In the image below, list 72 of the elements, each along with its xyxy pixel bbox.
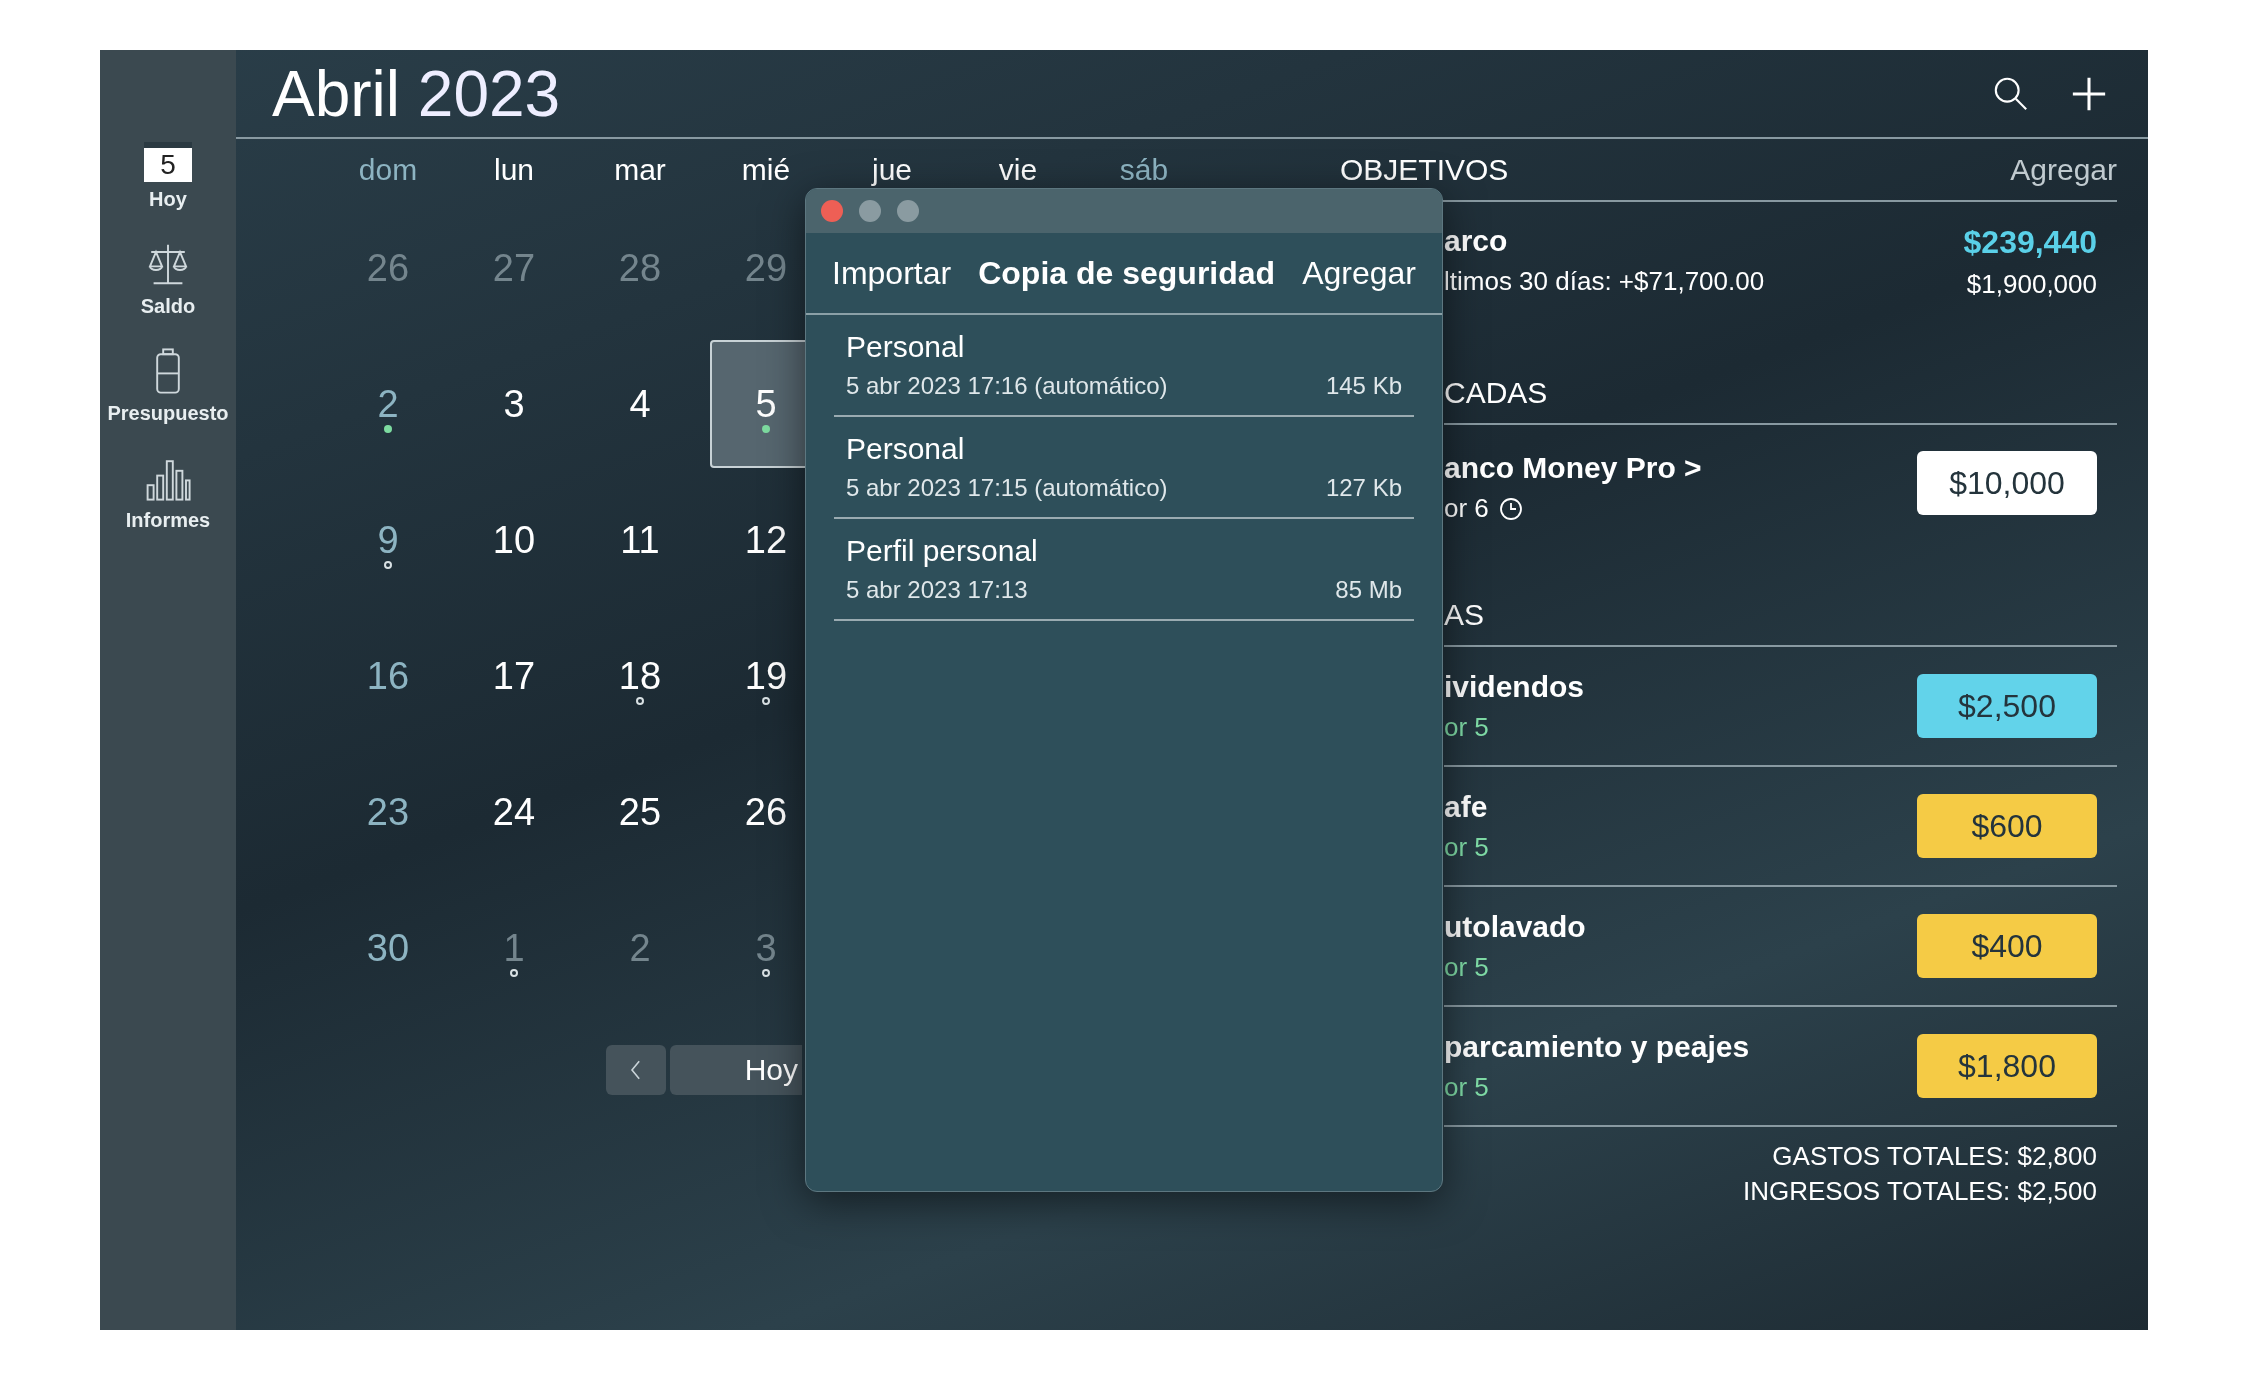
backup-item[interactable]: Perfil personal 5 abr 2023 17:13 85 Mb [834,519,1414,621]
calendar-day[interactable]: 2 [337,340,439,468]
calendar-day[interactable]: 23 [337,748,439,876]
goal-name: arco [1444,224,1509,258]
amount-button[interactable]: $1,800 [1917,1034,2097,1098]
dialog-tab[interactable]: Importar [832,254,952,292]
section-title: OBJETIVOS [1340,152,1509,187]
calendar-day[interactable]: 2 [589,884,691,1012]
amount-button[interactable]: $2,500 [1917,674,2097,738]
transaction-name: parcamiento y peajes [1444,1029,1750,1064]
backup-date: 5 abr 2023 17:15 (automático) [846,474,1168,502]
backup-name: Personal [846,330,966,364]
backup-size: 85 Mb [1335,576,1402,604]
today-button[interactable]: Hoy [670,1045,802,1095]
close-button[interactable] [821,200,843,222]
transaction-name: afe [1444,789,1489,824]
weekday-header: vie [997,151,1039,188]
amount-button[interactable]: $400 [1917,914,2097,978]
backup-date: 5 abr 2023 17:16 (automático) [846,372,1168,400]
weekday-header: mié [740,151,792,188]
goal-target: $1,900,000 [1966,269,2097,300]
transaction-date: or 5 [1444,951,1489,983]
calendar-day[interactable]: 17 [463,612,565,740]
backup-size: 127 Kb [1325,474,1402,502]
transaction-date: or 5 [1444,1071,1489,1103]
section-title: AS [1444,597,1485,632]
total-text: GASTOS TOTALES: $2,800 [1772,1141,2097,1172]
goal-detail: ltimos 30 días: +$71,700.00 [1444,266,1765,297]
calendar-day[interactable]: 11 [589,476,691,604]
weekday-header: sáb [1118,151,1170,188]
weekday-header: mar [613,151,667,188]
dialog-tab[interactable]: Agregar [1302,254,1416,292]
calendar-day[interactable]: 24 [463,748,565,876]
transaction-date: or 5 [1444,711,1489,743]
weekday-header: lun [492,151,535,188]
backup-name: Perfil personal [846,534,1039,568]
goal-amount: $239,440 [1963,224,2097,261]
backup-item[interactable]: Personal 5 abr 2023 17:15 (automático) 127 Kb [834,417,1414,519]
calendar-day[interactable]: 16 [337,612,439,740]
section-title: CADAS [1444,375,1548,410]
backup-item[interactable]: Personal 5 abr 2023 17:16 (automático) 145 Kb [834,315,1414,417]
weekday-header: jue [870,151,913,188]
add-link[interactable]: Agregar [2010,152,2117,187]
amount-button[interactable]: $10,000 [1917,451,2097,515]
amount-button[interactable]: $600 [1917,794,2097,858]
transaction-name: utolavado [1444,909,1586,944]
calendar-day[interactable]: 4 [589,340,691,468]
minimize-button[interactable] [859,200,881,222]
backup-size: 145 Kb [1325,372,1402,400]
sidebar-item[interactable]: Informes [125,453,211,532]
sidebar-item[interactable]: 5 Hoy [144,142,192,211]
calendar-day[interactable]: 30 [337,884,439,1012]
transaction-name: anco Money Pro > [1444,451,1702,485]
transaction-name: ividendos [1444,669,1585,704]
zoom-button[interactable] [897,200,919,222]
sidebar-item[interactable]: Saldo [140,239,196,318]
calendar-day[interactable]: 25 [589,748,691,876]
backup-date: 5 abr 2023 17:13 [846,576,1028,604]
weekday-header: dom [357,151,419,188]
calendar-day[interactable]: 3 [463,340,565,468]
backup-name: Personal [846,432,966,466]
calendar-day[interactable]: 18 [589,612,691,740]
transaction-date: or 5 [1444,831,1489,863]
total-text: INGRESOS TOTALES: $2,500 [1742,1176,2097,1207]
calendar-icon: 5 [144,142,192,182]
sidebar-item[interactable]: Presupuesto [107,346,229,425]
calendar-day[interactable]: 1 [463,884,565,1012]
calendar-day[interactable]: 9 [337,476,439,604]
month-title: Abril 2023 [272,56,562,131]
dialog-tab[interactable]: Copia de seguridad [978,254,1276,292]
calendar-day[interactable]: 10 [463,476,565,604]
transaction-date: or 6 [1444,493,1489,524]
